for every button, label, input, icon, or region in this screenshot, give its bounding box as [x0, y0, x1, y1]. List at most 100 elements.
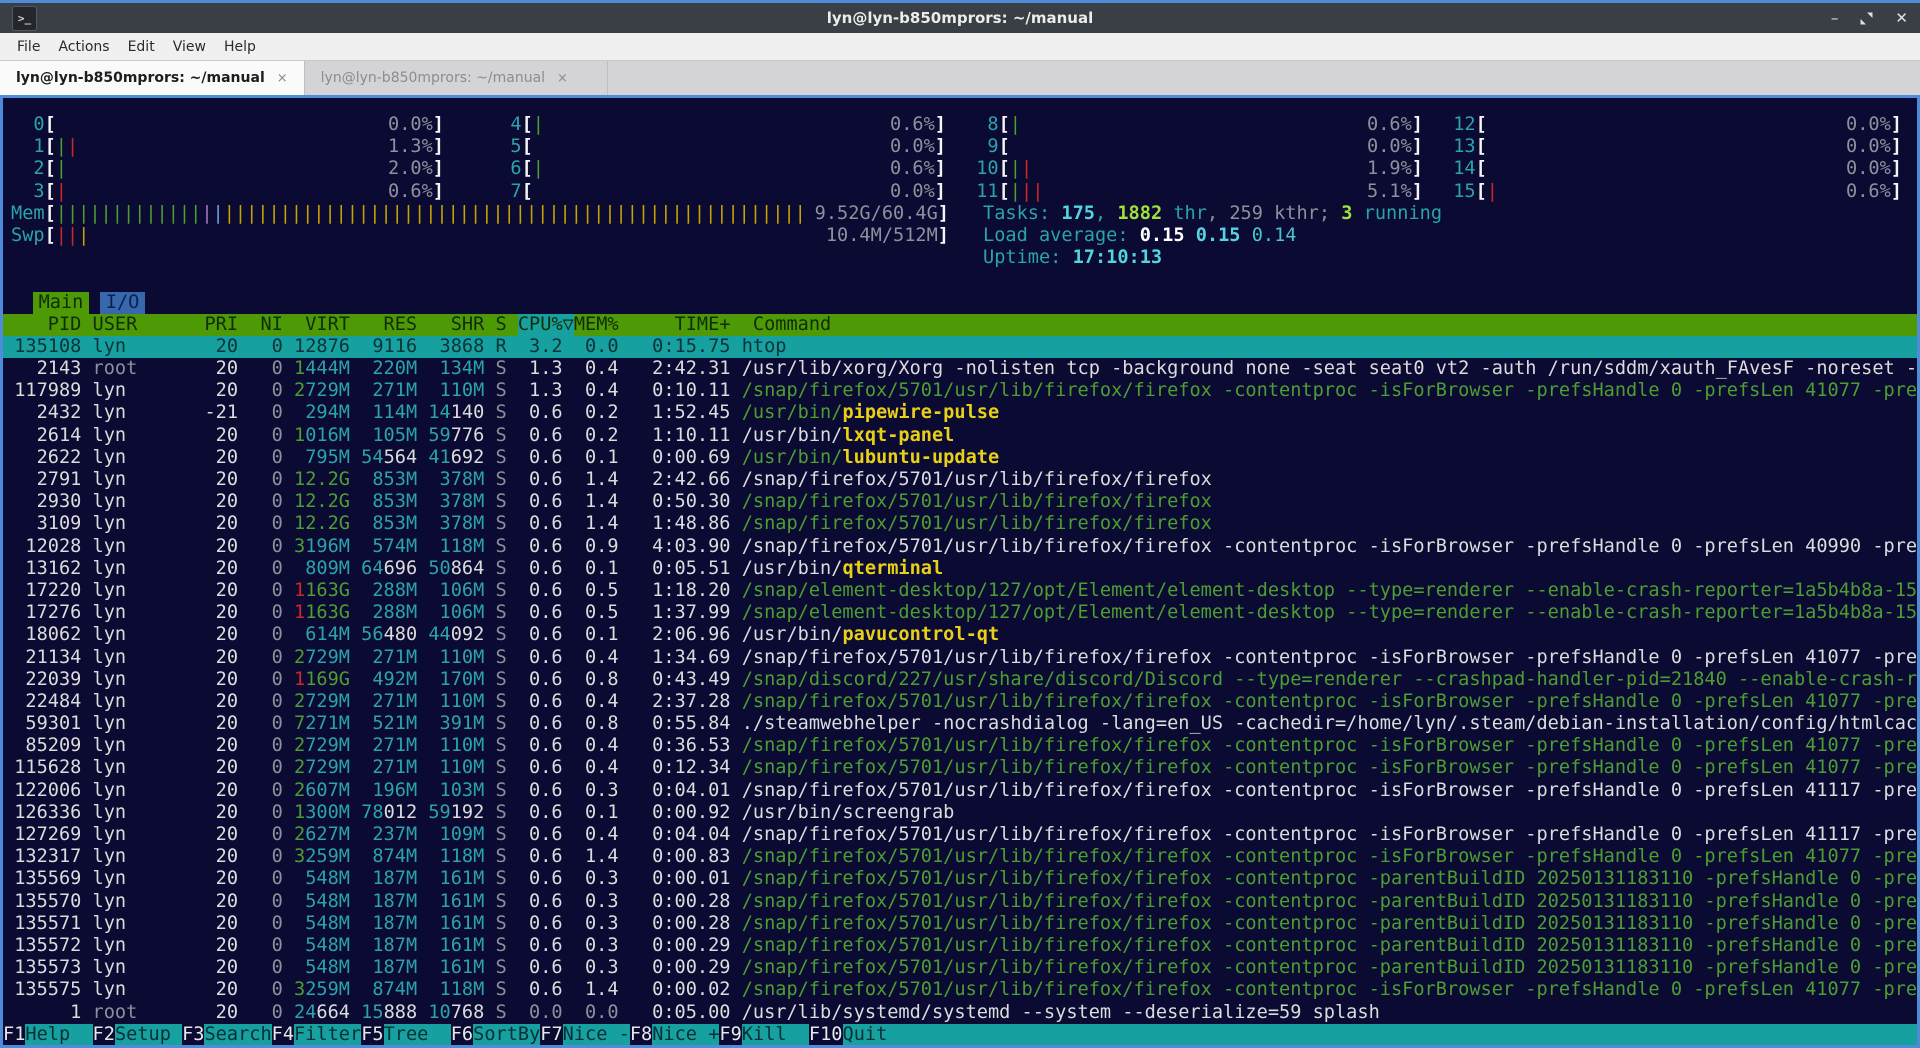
text-segment: ;: [1319, 203, 1341, 224]
col-virt[interactable]: VIRT: [294, 314, 350, 336]
col-shr[interactable]: SHR: [428, 314, 484, 336]
process-row[interactable]: 132317lyn2003259M874M118MS0.6 1.40:00.83…: [3, 846, 1917, 868]
cell-mem: 1.4: [574, 469, 619, 491]
col-pri[interactable]: PRI: [204, 314, 238, 336]
text-segment: pavucontrol-qt: [842, 624, 999, 645]
process-row[interactable]: 122006lyn2002607M196M103MS0.6 0.30:04.01…: [3, 780, 1917, 802]
fkey-f9[interactable]: F9Kill: [719, 1024, 809, 1046]
restore-icon[interactable]: [1860, 12, 1873, 25]
process-row[interactable]: 2614lyn2001016M105M59776S0.6 0.21:10.11/…: [3, 425, 1917, 447]
cell-cpu: 0.6: [518, 757, 563, 779]
text-segment: 1: [294, 802, 305, 823]
process-row[interactable]: 3109lyn20012.2G853M378MS0.6 1.41:48.86/s…: [3, 513, 1917, 535]
meter-inner: 0.0%: [1487, 136, 1891, 158]
text-segment: 1: [294, 580, 305, 601]
process-row[interactable]: 135571lyn200548M187M161MS0.6 0.30:00.28/…: [3, 913, 1917, 935]
process-row[interactable]: 135569lyn200548M187M161MS0.6 0.30:00.01/…: [3, 868, 1917, 890]
screen-tab-io[interactable]: I/O: [100, 292, 145, 314]
cell-pri: 20: [204, 691, 238, 713]
cell-res: 64696: [361, 558, 417, 580]
cell-pid: 2614: [3, 425, 81, 447]
terminal[interactable]: 0[0.0%]4[|0.6%]8[|0.6%]12[0.0%]1[||1.3%]…: [0, 95, 1920, 1048]
fkey-f3[interactable]: F3Search: [182, 1024, 272, 1046]
fkey-f8[interactable]: F8Nice +: [630, 1024, 720, 1046]
cell-user: lyn: [93, 713, 205, 735]
text-segment: 169G: [305, 669, 350, 690]
cell-shr: 110M: [428, 647, 484, 669]
cell-pri: 20: [204, 647, 238, 669]
process-row[interactable]: 135575lyn2003259M874M118MS0.6 1.40:00.02…: [3, 979, 1917, 1001]
process-row[interactable]: 1root200246641588810768S0.0 0.00:05.00/u…: [3, 1002, 1917, 1024]
col-mem[interactable]: MEM%: [574, 314, 619, 336]
cell-mem: 1.4: [574, 846, 619, 868]
process-row[interactable]: 115628lyn2002729M271M110MS0.6 0.40:12.34…: [3, 757, 1917, 779]
col-user[interactable]: USER: [93, 314, 205, 336]
process-row[interactable]: 2143root2001444M220M134MS1.3 0.42:42.31/…: [3, 358, 1917, 380]
meter-value: 0.0%: [1846, 158, 1891, 180]
col-s[interactable]: S: [495, 314, 506, 336]
process-row[interactable]: 59301lyn2007271M521M391MS0.6 0.80:55.84.…: [3, 713, 1917, 735]
col-pid[interactable]: PID: [3, 314, 81, 336]
col-res[interactable]: RES: [361, 314, 417, 336]
col-time[interactable]: TIME+: [630, 314, 731, 336]
fkey-f10[interactable]: F10Quit: [809, 1024, 910, 1046]
screen-tab-main[interactable]: Main: [33, 292, 89, 314]
process-row[interactable]: 18062lyn200614M5648044092S0.6 0.12:06.96…: [3, 624, 1917, 646]
cell-mem: 0.3: [574, 957, 619, 979]
process-row[interactable]: 135572lyn200548M187M161MS0.6 0.30:00.29/…: [3, 935, 1917, 957]
fkey-f7[interactable]: F7Nice -: [540, 1024, 630, 1046]
close-icon[interactable]: ✕: [1895, 11, 1908, 26]
cell-cpu: 0.6: [518, 802, 563, 824]
tab-close-icon[interactable]: ×: [277, 71, 288, 86]
text-segment: 3: [294, 979, 305, 1000]
col-ni[interactable]: NI: [249, 314, 283, 336]
process-row[interactable]: 21134lyn2002729M271M110MS0.6 0.41:34.69/…: [3, 647, 1917, 669]
text-segment: Load average:: [983, 225, 1140, 246]
process-row[interactable]: 117989lyn2002729M271M110MS1.3 0.40:10.11…: [3, 380, 1917, 402]
col-command[interactable]: Command: [742, 314, 1917, 336]
meter-label: 4: [488, 114, 522, 136]
process-row[interactable]: 13162lyn200809M6469650864S0.6 0.10:05.51…: [3, 558, 1917, 580]
process-row[interactable]: 2930lyn20012.2G853M378MS0.6 1.40:50.30/s…: [3, 491, 1917, 513]
menu-item-view[interactable]: View: [164, 36, 215, 58]
menu-item-help[interactable]: Help: [215, 36, 265, 58]
fkey-f5[interactable]: F5Tree: [361, 1024, 451, 1046]
process-row[interactable]: 85209lyn2002729M271M110MS0.6 0.40:36.53/…: [3, 735, 1917, 757]
process-row[interactable]: 17220lyn2001163G288M106MS0.6 0.51:18.20/…: [3, 580, 1917, 602]
title-bar[interactable]: >_ lyn@lyn-b850mprors: ~/manual – ✕: [0, 3, 1920, 33]
fkey-f6[interactable]: F6SortBy: [451, 1024, 541, 1046]
menu-item-edit[interactable]: Edit: [119, 36, 164, 58]
terminal-tab-1[interactable]: lyn@lyn-b850mprors: ~/manual×: [0, 61, 305, 95]
cell-mem: 0.3: [574, 780, 619, 802]
fkey-f2[interactable]: F2Setup: [93, 1024, 183, 1046]
process-row[interactable]: 135108lyn2001287691163868R3.2 0.00:15.75…: [3, 336, 1917, 358]
minimize-icon[interactable]: –: [1831, 11, 1839, 26]
process-row[interactable]: 2432lyn-210294M114M14140S0.6 0.21:52.45/…: [3, 402, 1917, 424]
process-row[interactable]: 22484lyn2002729M271M110MS0.6 0.42:37.28/…: [3, 691, 1917, 713]
cell-time: 0:00.28: [630, 913, 731, 935]
fkey-f1[interactable]: F1Help: [3, 1024, 93, 1046]
process-row[interactable]: 126336lyn2001300M7801259192S0.6 0.10:00.…: [3, 802, 1917, 824]
cell-pid: 13162: [3, 558, 81, 580]
menu-item-actions[interactable]: Actions: [49, 36, 118, 58]
cell-gap: [563, 513, 574, 535]
process-row[interactable]: 135573lyn200548M187M161MS0.6 0.30:00.29/…: [3, 957, 1917, 979]
process-row[interactable]: 12028lyn2003196M574M118MS0.6 0.94:03.90/…: [3, 536, 1917, 558]
process-row[interactable]: 127269lyn2002627M237M109MS0.6 0.40:04.04…: [3, 824, 1917, 846]
text-segment: 140: [451, 402, 485, 423]
process-row[interactable]: 135570lyn200548M187M161MS0.6 0.30:00.28/…: [3, 891, 1917, 913]
cell-pid: 135573: [3, 957, 81, 979]
meter-value: 0.0%: [1846, 114, 1891, 136]
process-row[interactable]: 22039lyn2001169G492M170MS0.6 0.80:43.49/…: [3, 669, 1917, 691]
process-row[interactable]: 2791lyn20012.2G853M378MS0.6 1.42:42.66/s…: [3, 469, 1917, 491]
col-cpu[interactable]: CPU%: [518, 314, 563, 336]
fkey-f4[interactable]: F4Filter: [272, 1024, 362, 1046]
cell-user: lyn: [93, 979, 205, 1001]
process-row[interactable]: 17276lyn2001163G288M106MS0.6 0.51:37.99/…: [3, 602, 1917, 624]
menu-item-file[interactable]: File: [8, 36, 49, 58]
process-row[interactable]: 2622lyn200795M5456441692S0.6 0.10:00.69/…: [3, 447, 1917, 469]
tab-close-icon[interactable]: ×: [557, 71, 568, 86]
meter-label: 9: [965, 136, 999, 158]
terminal-tab-2[interactable]: lyn@lyn-b850mprors: ~/manual×: [305, 61, 608, 95]
cell-gap: [563, 780, 574, 802]
